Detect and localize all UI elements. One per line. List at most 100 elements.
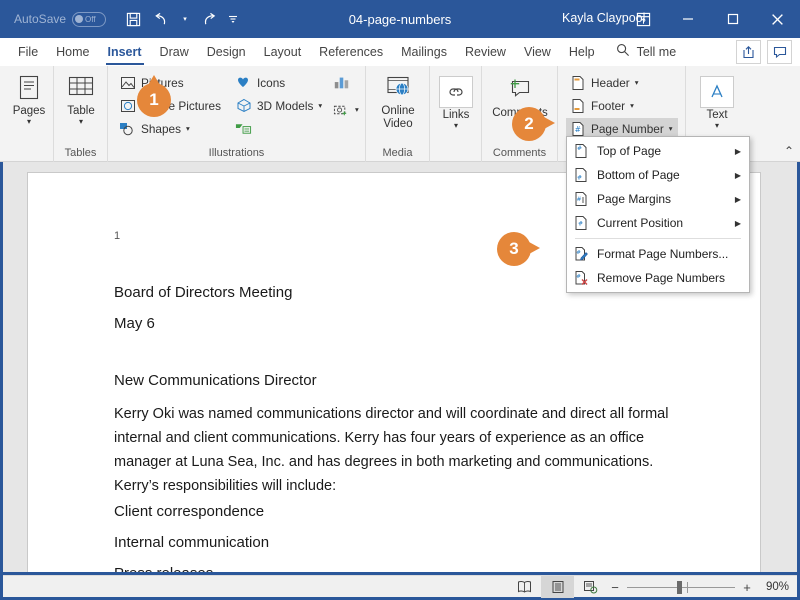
screenshot-caret-icon[interactable]: ▾	[355, 105, 359, 114]
links-caret-icon[interactable]: ▾	[454, 122, 458, 130]
read-mode-icon[interactable]	[508, 576, 541, 598]
page-number-field[interactable]: 1	[114, 230, 120, 242]
doc-line-5[interactable]: Client correspondence	[114, 503, 264, 520]
callout-badge-1: 1	[137, 75, 171, 117]
tell-me-box[interactable]: Tell me	[616, 43, 677, 62]
callout-badge-2: 2	[512, 107, 555, 141]
svg-text:#: #	[576, 196, 581, 203]
icons-button[interactable]: Icons	[232, 72, 288, 93]
3d-models-icon	[235, 97, 252, 114]
ribbon-group-tables: Table ▾ Tables	[54, 66, 108, 162]
chart-button[interactable]	[330, 72, 353, 93]
tab-draw[interactable]: Draw	[151, 38, 198, 66]
text-button[interactable]: Text ▾	[688, 76, 746, 130]
close-icon[interactable]	[755, 0, 800, 38]
footer-button[interactable]: Footer ▾	[566, 95, 637, 116]
doc-line-7[interactable]: Press releases	[114, 565, 213, 572]
doc-line-1[interactable]: Board of Directors Meeting	[114, 284, 292, 301]
table-button[interactable]: Table ▾	[52, 72, 110, 126]
web-layout-icon[interactable]	[574, 576, 607, 598]
print-layout-icon[interactable]	[541, 576, 574, 598]
pages-button[interactable]: Pages ▾	[0, 72, 58, 126]
tab-references[interactable]: References	[310, 38, 392, 66]
menu-item-page-margins[interactable]: # Page Margins ▶	[567, 187, 749, 211]
menu-separator	[575, 238, 741, 239]
menu-item-top-of-page[interactable]: # Top of Page ▶	[567, 139, 749, 163]
icons-icon	[235, 74, 252, 91]
doc-line-2[interactable]: May 6	[114, 315, 155, 332]
format-page-numbers-icon: #	[573, 246, 589, 262]
table-caret-icon[interactable]: ▾	[79, 118, 83, 126]
window-controls	[621, 0, 800, 38]
text-caret-icon[interactable]: ▾	[715, 122, 719, 130]
header-caret-icon[interactable]: ▾	[635, 78, 639, 87]
title-bar: AutoSave Off ▾ 04-page-numbers Kayla Cla…	[0, 0, 800, 38]
zoom-out-button[interactable]: −	[610, 580, 620, 595]
menu-item-remove-page-numbers[interactable]: # Remove Page Numbers	[567, 266, 749, 290]
doc-paragraph[interactable]: Kerry Oki was named communications direc…	[114, 402, 679, 498]
page-number-caret-icon[interactable]: ▾	[669, 124, 673, 133]
zoom-level-label[interactable]: 90%	[759, 581, 789, 593]
menu-item-current-position[interactable]: # Current Position ▶	[567, 211, 749, 235]
collapse-ribbon-icon[interactable]: ⌃	[784, 144, 794, 158]
3d-models-caret-icon[interactable]: ▾	[318, 101, 322, 110]
doc-line-6[interactable]: Internal communication	[114, 534, 269, 551]
menu-item-format-page-numbers[interactable]: # Format Page Numbers...	[567, 242, 749, 266]
tab-insert[interactable]: Insert	[99, 38, 151, 66]
pages-icon	[12, 72, 46, 104]
smartart-button[interactable]	[232, 118, 255, 139]
tab-file[interactable]: File	[9, 38, 47, 66]
minimize-icon[interactable]	[665, 0, 710, 38]
comments-icon[interactable]	[767, 40, 792, 64]
chart-icon	[333, 74, 350, 91]
tab-view[interactable]: View	[515, 38, 560, 66]
footer-caret-icon[interactable]: ▾	[630, 101, 634, 110]
group-label-tables: Tables	[64, 147, 97, 159]
tab-home[interactable]: Home	[47, 38, 98, 66]
shapes-caret-icon[interactable]: ▾	[186, 124, 190, 133]
zoom-slider-thumb[interactable]	[677, 581, 682, 594]
page-number-menu: # Top of Page ▶ # Bottom of Page ▶ # Pag…	[566, 136, 750, 293]
current-position-icon: #	[573, 215, 589, 231]
text-label: Text	[706, 109, 728, 121]
header-button[interactable]: Header ▾	[566, 72, 641, 93]
ribbon-tabs: File Home Insert Draw Design Layout Refe…	[0, 38, 800, 66]
pictures-icon	[119, 74, 136, 91]
zoom-in-button[interactable]: +	[742, 580, 752, 595]
menu-item-bottom-of-page[interactable]: # Bottom of Page ▶	[567, 163, 749, 187]
page-number-icon: #	[569, 120, 586, 137]
links-icon	[439, 76, 473, 108]
shapes-button[interactable]: Shapes ▾	[116, 118, 193, 139]
menu-label-current-position: Current Position	[597, 216, 684, 230]
zoom-slider[interactable]	[627, 576, 735, 598]
screenshot-button[interactable]: ▾	[330, 99, 362, 120]
view-buttons	[508, 576, 607, 598]
svg-text:#: #	[576, 274, 581, 280]
tab-help[interactable]: Help	[560, 38, 604, 66]
share-icon[interactable]	[736, 40, 761, 64]
submenu-arrow-icon: ▶	[734, 170, 741, 180]
bottom-of-page-icon: #	[573, 167, 589, 183]
tabstrip-right-buttons	[736, 40, 792, 64]
links-button[interactable]: Links ▾	[427, 76, 485, 130]
tab-layout[interactable]: Layout	[255, 38, 311, 66]
ribbon-group-links: Links ▾	[430, 66, 482, 162]
3d-models-button[interactable]: 3D Models ▾	[232, 95, 325, 116]
submenu-arrow-icon: ▶	[734, 146, 741, 156]
tab-mailings[interactable]: Mailings	[392, 38, 456, 66]
footer-icon	[569, 97, 586, 114]
menu-label-format-page-numbers: Format Page Numbers...	[597, 247, 729, 261]
online-video-line2: Video	[383, 118, 413, 130]
online-video-button[interactable]: Online Video	[369, 72, 427, 130]
tab-design[interactable]: Design	[198, 38, 255, 66]
maximize-icon[interactable]	[710, 0, 755, 38]
submenu-arrow-icon: ▶	[734, 194, 741, 204]
3d-models-label: 3D Models	[257, 98, 314, 113]
pages-caret-icon[interactable]: ▾	[27, 118, 31, 126]
group-label-illustrations: Illustrations	[208, 147, 265, 159]
tab-review[interactable]: Review	[456, 38, 515, 66]
ribbon-display-options-icon[interactable]	[621, 0, 665, 38]
search-icon	[616, 43, 630, 62]
tell-me-label: Tell me	[636, 45, 677, 59]
doc-line-3[interactable]: New Communications Director	[114, 372, 317, 389]
